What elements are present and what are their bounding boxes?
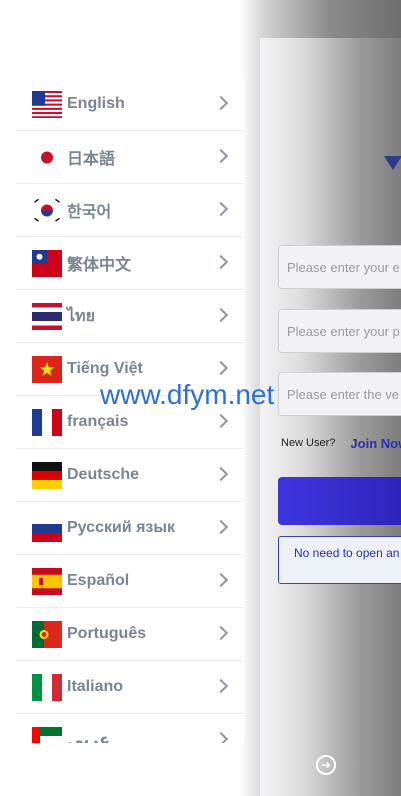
login-button[interactable]: [278, 477, 401, 525]
language-item-arabic[interactable]: عربى: [16, 714, 244, 743]
chevron-right-icon: [213, 201, 229, 217]
arrow-right-circle-icon[interactable]: ➔: [316, 755, 336, 775]
vn-flag-icon: [32, 356, 62, 383]
new-user-row: New User? Join Now: [281, 433, 401, 453]
password-input[interactable]: Please enter your p: [278, 309, 401, 353]
language-item-traditional-chinese[interactable]: 繁体中文: [16, 237, 244, 290]
verification-code-input[interactable]: Please enter the ve: [278, 372, 401, 416]
language-label: français: [67, 413, 129, 430]
it-flag-icon: [32, 674, 62, 701]
language-label: عربى: [67, 732, 111, 743]
language-item-english[interactable]: English: [16, 78, 244, 131]
join-now-link[interactable]: Join Now: [350, 436, 401, 451]
language-item-thai[interactable]: ไทย: [16, 290, 244, 343]
pt-flag-icon: [32, 621, 62, 648]
chevron-right-icon: [213, 572, 229, 588]
language-label: Español: [67, 572, 130, 589]
chevron-right-icon: [213, 519, 229, 535]
language-label: Deutsche: [67, 466, 140, 483]
language-label: Português: [67, 625, 147, 642]
chevron-right-icon: [213, 360, 229, 376]
us-flag-icon: [32, 91, 62, 118]
de-flag-icon: [32, 462, 62, 489]
language-label: 한국어: [67, 204, 112, 221]
language-item-german[interactable]: Deutsche: [16, 449, 244, 502]
new-user-label: New User?: [281, 437, 336, 449]
notice-box: No need to open an: [278, 536, 401, 584]
logo-icon: [384, 156, 401, 170]
chevron-right-icon: [213, 413, 229, 429]
chevron-right-icon: [213, 307, 229, 323]
chevron-right-icon: [213, 95, 229, 111]
th-flag-icon: [32, 303, 62, 330]
ae-flag-icon: [32, 727, 62, 743]
language-item-portuguese[interactable]: Português: [16, 608, 244, 661]
fr-flag-icon: [32, 409, 62, 436]
language-item-italian[interactable]: Italiano: [16, 661, 244, 714]
chevron-right-icon: [213, 678, 229, 694]
language-label: Русский язык: [67, 519, 176, 536]
language-label: Italiano: [67, 678, 124, 695]
chevron-right-icon: [213, 731, 229, 743]
language-label: 繁体中文: [67, 257, 132, 274]
email-input[interactable]: Please enter your e: [278, 245, 401, 289]
language-label: English: [67, 95, 125, 112]
chevron-right-icon: [213, 625, 229, 641]
jp-flag-icon: [32, 144, 62, 171]
chevron-right-icon: [213, 466, 229, 482]
language-label: ไทย: [67, 307, 95, 325]
language-item-spanish[interactable]: Español: [16, 555, 244, 608]
login-page: [260, 38, 401, 796]
chevron-right-icon: [213, 254, 229, 270]
tw-flag-icon: [32, 250, 62, 277]
language-item-russian[interactable]: Русский язык: [16, 502, 244, 555]
watermark-text: www.dfym.net: [100, 379, 275, 410]
kr-flag-icon: [32, 197, 62, 224]
ru-flag-icon: [32, 515, 62, 542]
es-flag-icon: [32, 568, 62, 595]
language-label: Tiếng Việt: [67, 360, 143, 377]
language-item-korean[interactable]: 한국어: [16, 184, 244, 237]
language-item-japanese[interactable]: 日本語: [16, 131, 244, 184]
chevron-right-icon: [213, 148, 229, 164]
language-label: 日本語: [67, 151, 116, 168]
